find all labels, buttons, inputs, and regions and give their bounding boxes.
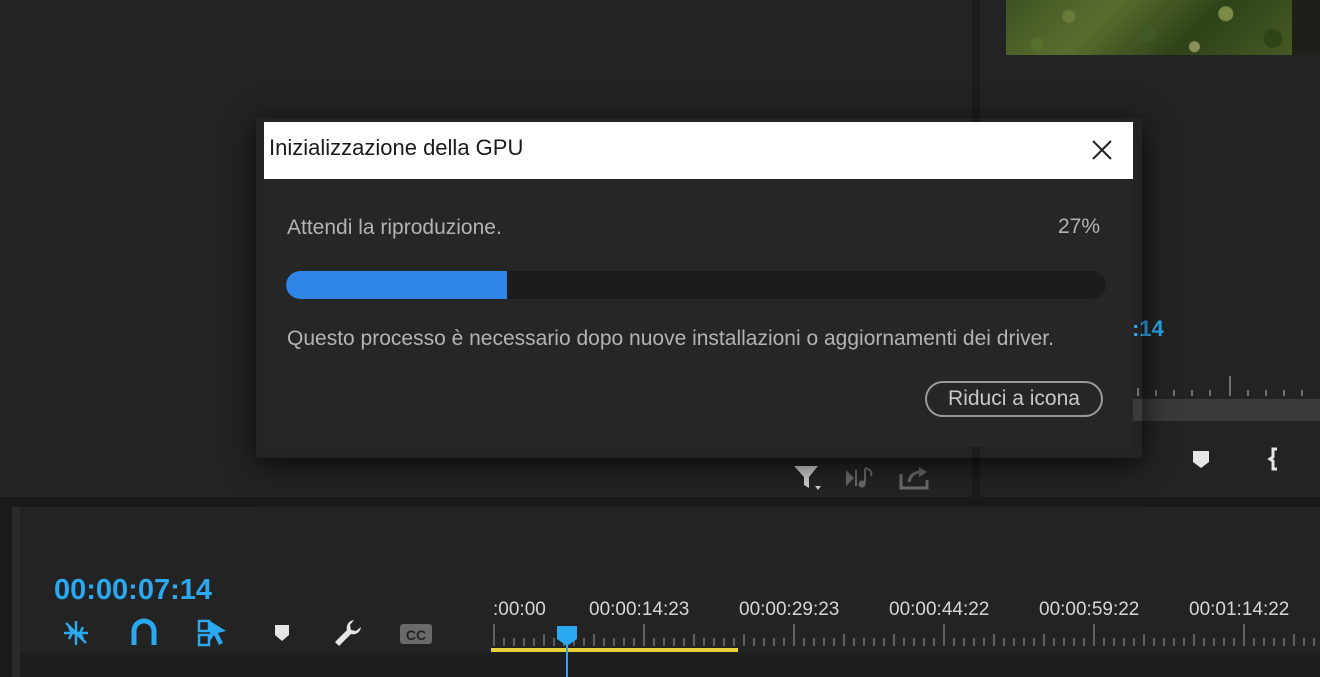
program-ruler[interactable] <box>1132 374 1320 398</box>
settings-wrench-icon[interactable] <box>332 617 364 649</box>
ruler-label: 00:00:59:22 <box>1039 599 1140 620</box>
dialog-title: Inizializzazione della GPU <box>269 135 524 160</box>
close-icon[interactable] <box>1084 132 1120 168</box>
program-zoom-bar[interactable] <box>1132 399 1320 421</box>
playhead-handle[interactable] <box>556 625 578 647</box>
svg-text:CC: CC <box>406 627 426 643</box>
status-text: Attendi la riproduzione. <box>287 216 502 239</box>
video-preview <box>1006 0 1320 55</box>
progress-fill <box>286 271 508 299</box>
ruler-label: 00:01:14:22 <box>1189 599 1290 620</box>
gpu-init-dialog: Inizializzazione della GPU Attendi la ri… <box>264 122 1133 447</box>
add-marker-icon[interactable] <box>1191 449 1211 469</box>
timeline-left-edge <box>0 507 12 677</box>
ruler-label: 00:00:29:23 <box>739 599 840 620</box>
ruler-label: :00:00 <box>493 599 546 620</box>
insert-sequence-icon[interactable] <box>60 617 92 649</box>
ruler-label: 00:00:14:23 <box>589 599 690 620</box>
preview-edge <box>1292 0 1320 55</box>
in-out-range-bar[interactable] <box>491 648 738 652</box>
progress-bar <box>286 271 1106 299</box>
linked-selection-icon[interactable] <box>196 617 228 649</box>
captions-icon[interactable]: CC <box>398 617 432 649</box>
export-frame-icon[interactable] <box>897 462 933 494</box>
mark-in-icon[interactable] <box>1267 447 1283 471</box>
timeline-left-gutter <box>12 507 20 677</box>
dialog-titlebar[interactable]: Inizializzazione della GPU <box>264 122 1133 179</box>
timeline-timecode[interactable]: 00:00:07:14 <box>54 574 212 607</box>
snap-magnet-icon[interactable] <box>128 617 160 649</box>
timeline-tracks[interactable] <box>20 653 1320 677</box>
ruler-label: 00:00:44:22 <box>889 599 990 620</box>
panel-divider-horizontal[interactable] <box>0 497 1320 507</box>
close-button[interactable] <box>1084 132 1120 168</box>
add-marker-icon[interactable] <box>268 617 300 649</box>
progress-percent: 27% <box>1057 215 1100 238</box>
minimize-button[interactable]: Riduci a icona <box>925 381 1103 417</box>
insert-audio-icon[interactable] <box>843 462 879 494</box>
filter-icon[interactable] <box>790 462 826 494</box>
info-text: Questo processo è necessario dopo nuove … <box>287 327 1054 350</box>
